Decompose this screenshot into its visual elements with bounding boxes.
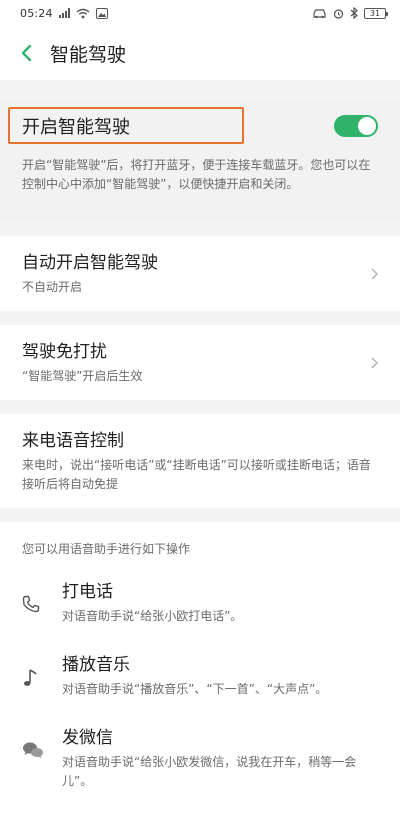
voice-tips-heading: 您可以用语音助手进行如下操作 <box>22 542 191 556</box>
chat-bubbles-icon <box>22 725 62 759</box>
chevron-right-icon <box>366 357 378 369</box>
header-gap <box>0 80 400 100</box>
tip-title: 发微信 <box>62 728 113 748</box>
car-icon <box>313 8 326 18</box>
setting-subtitle: “智能驾驶”开启后生效 <box>22 369 143 383</box>
master-toggle-row[interactable]: 开启智能驾驶 <box>0 100 400 152</box>
master-toggle-section: 开启智能驾驶 开启“智能驾驶”后，将打开蓝牙，便于连接车载蓝牙。您也可以在控制中… <box>0 100 400 222</box>
chevron-right-icon <box>366 268 378 280</box>
setting-text: 来电语音控制 来电时，说出“接听电话”或“挂断电话”可以接听或挂断电话；语音接听… <box>22 428 378 494</box>
back-button[interactable] <box>14 41 38 65</box>
chevron-left-icon <box>21 44 32 62</box>
setting-subtitle: 来电时，说出“接听电话”或“挂断电话”可以接听或挂断电话；语音接听后将自动免提 <box>22 458 371 491</box>
status-right: 31 <box>312 7 388 19</box>
status-bar: 05:24 31 <box>0 0 400 26</box>
master-toggle-switch[interactable] <box>334 115 378 137</box>
setting-title: 来电语音控制 <box>22 431 124 451</box>
switch-knob <box>358 117 376 135</box>
signal-icon <box>58 8 70 18</box>
tip-play-music: 播放音乐 对语音助手说“播放音乐”、“下一首”、“大声点”。 <box>22 652 378 699</box>
tip-subtitle: 对语音助手说“给张小欧发微信，说我在开车，稍等一会儿”。 <box>62 755 357 788</box>
tip-body: 播放音乐 对语音助手说“播放音乐”、“下一首”、“大声点”。 <box>62 652 378 699</box>
gallery-notification-icon <box>95 7 108 19</box>
battery-icon: 31 <box>364 7 388 19</box>
wifi-icon <box>76 8 90 18</box>
tip-body: 发微信 对语音助手说“给张小欧发微信，说我在开车，稍等一会儿”。 <box>62 725 378 791</box>
status-time: 05:24 <box>20 6 53 20</box>
setting-text: 自动开启智能驾驶 不自动开启 <box>22 250 366 297</box>
status-left: 05:24 <box>20 7 108 20</box>
tip-title: 播放音乐 <box>62 655 130 675</box>
bluetooth-icon <box>350 7 358 19</box>
tip-body: 打电话 对语音助手说“给张小欧打电话”。 <box>62 579 378 626</box>
music-note-icon <box>22 652 62 688</box>
setting-auto-enable[interactable]: 自动开启智能驾驶 不自动开启 <box>0 236 400 311</box>
tip-title: 打电话 <box>62 582 113 602</box>
setting-call-voice-control[interactable]: 来电语音控制 来电时，说出“接听电话”或“挂断电话”可以接听或挂断电话；语音接听… <box>0 414 400 508</box>
tip-subtitle: 对语音助手说“给张小欧打电话”。 <box>62 609 243 623</box>
tip-send-wechat: 发微信 对语音助手说“给张小欧发微信，说我在开车，稍等一会儿”。 <box>22 725 378 791</box>
tip-subtitle: 对语音助手说“播放音乐”、“下一首”、“大声点”。 <box>62 682 328 696</box>
master-toggle-description: 开启“智能驾驶”后，将打开蓝牙，便于连接车载蓝牙。您也可以在控制中心中添加“智能… <box>0 152 400 222</box>
page-title: 智能驾驶 <box>50 43 127 66</box>
voice-tips-section: 您可以用语音助手进行如下操作 打电话 对语音助手说“给张小欧打电话”。 播放音乐… <box>0 522 400 818</box>
setting-subtitle: 不自动开启 <box>22 280 83 294</box>
app-header: 智能驾驶 <box>0 26 400 80</box>
phone-icon <box>22 579 62 613</box>
alarm-icon <box>333 8 344 19</box>
setting-do-not-disturb[interactable]: 驾驶免打扰 “智能驾驶”开启后生效 <box>0 325 400 400</box>
setting-title: 驾驶免打扰 <box>22 342 107 362</box>
tip-make-call: 打电话 对语音助手说“给张小欧打电话”。 <box>22 579 378 626</box>
setting-title: 自动开启智能驾驶 <box>22 253 158 273</box>
master-toggle-label: 开启智能驾驶 <box>22 117 130 138</box>
setting-text: 驾驶免打扰 “智能驾驶”开启后生效 <box>22 339 366 386</box>
